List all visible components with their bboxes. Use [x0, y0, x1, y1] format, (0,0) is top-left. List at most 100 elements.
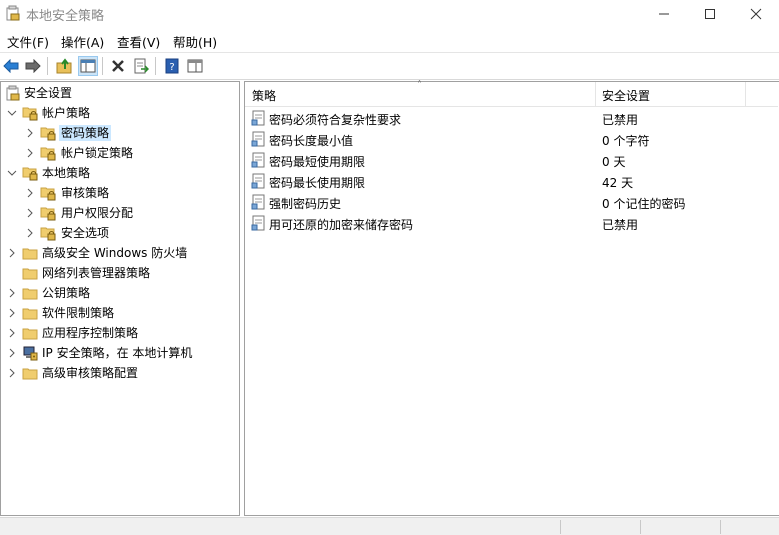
policy-setting-value: 已禁用 — [602, 113, 639, 127]
table-row[interactable]: 密码最短使用期限 0 天 — [245, 150, 778, 171]
delete-icon — [112, 60, 124, 72]
tree-item[interactable]: IP 安全策略，在 本地计算机 — [1, 343, 239, 363]
up-folder-icon — [56, 58, 72, 74]
folder-lock-icon — [40, 205, 56, 221]
export-list-icon — [134, 58, 149, 74]
policy-setting-value: 0 个记住的密码 — [602, 197, 686, 211]
tree-pane: 安全设置 帐户策略密码策略帐户锁定策略本地策略审核策略用户权限分配 安全选项高级安… — [0, 81, 240, 516]
help-button[interactable]: ? — [162, 56, 182, 76]
ip-security-icon — [22, 345, 38, 361]
properties-view-button[interactable] — [185, 56, 205, 76]
tree-item[interactable]: 用户权限分配 — [1, 203, 239, 223]
chevron-right-icon[interactable] — [7, 347, 17, 359]
chevron-down-icon[interactable] — [7, 167, 17, 179]
chevron-right-icon[interactable] — [7, 247, 17, 259]
tree-item-label: 用户权限分配 — [61, 206, 134, 220]
tree-item[interactable]: 软件限制策略 — [1, 303, 239, 323]
tree-item[interactable]: 帐户锁定策略 — [1, 143, 239, 163]
tree-item[interactable]: 公钥策略 — [1, 283, 239, 303]
minimize-button[interactable] — [641, 0, 687, 27]
show-hide-tree-icon — [80, 59, 96, 73]
window-title: 本地安全策略 — [26, 9, 105, 24]
table-row[interactable]: 用可还原的加密来储存密码 已禁用 — [245, 213, 778, 234]
tree-item[interactable]: 应用程序控制策略 — [1, 323, 239, 343]
tree-item[interactable]: 安全选项 — [1, 223, 239, 243]
tree-item-label: 高级审核策略配置 — [42, 366, 139, 380]
menu-file[interactable]: 文件(F) — [7, 32, 49, 51]
chevron-right-icon[interactable] — [25, 187, 35, 199]
chevron-right-icon[interactable] — [7, 307, 17, 319]
list-header: ˄ 策略 安全设置 — [245, 80, 778, 107]
tree-item[interactable]: 本地策略 — [1, 163, 239, 183]
folder-lock-icon — [40, 185, 56, 201]
maximize-button[interactable] — [687, 0, 733, 27]
up-level-button[interactable] — [54, 56, 74, 76]
back-arrow-icon — [3, 59, 19, 73]
tree-item[interactable]: 帐户策略 — [1, 103, 239, 123]
folder-lock-icon — [40, 145, 56, 161]
chevron-right-icon[interactable] — [25, 127, 35, 139]
policy-setting-value: 0 个字符 — [602, 134, 650, 148]
menu-help[interactable]: 帮助(H) — [173, 32, 217, 51]
title-bar: 本地安全策略 — [0, 0, 779, 27]
tree-item[interactable]: 密码策略 — [1, 123, 239, 143]
status-bar — [0, 517, 779, 535]
menu-action[interactable]: 操作(A) — [61, 32, 104, 51]
folder-lock-icon — [22, 105, 38, 121]
close-button[interactable] — [733, 0, 779, 27]
policy-name: 密码最长使用期限 — [269, 176, 366, 190]
chevron-right-icon[interactable] — [7, 287, 17, 299]
table-row[interactable]: 密码最长使用期限 42 天 — [245, 171, 778, 192]
show-hide-tree-button[interactable] — [78, 56, 98, 76]
chevron-down-icon[interactable] — [7, 107, 17, 119]
menu-view[interactable]: 查看(V) — [117, 32, 160, 51]
chevron-right-icon[interactable] — [25, 207, 35, 219]
chevron-right-icon[interactable] — [25, 147, 35, 159]
folder-icon — [22, 325, 38, 341]
close-icon — [750, 8, 762, 19]
menu-bar: 文件(F) 操作(A) 查看(V) 帮助(H) — [0, 30, 779, 50]
policy-name: 密码最短使用期限 — [269, 155, 366, 169]
forward-button[interactable] — [23, 56, 43, 76]
maximize-icon — [705, 8, 715, 19]
tree-item-label: 帐户策略 — [42, 106, 91, 120]
policy-setting-value: 42 天 — [602, 176, 634, 190]
tree-item-label: 帐户锁定策略 — [61, 146, 134, 160]
tree-item-label: 本地策略 — [42, 166, 91, 180]
tree-item[interactable]: 高级审核策略配置 — [1, 363, 239, 383]
folder-icon — [22, 265, 38, 281]
policy-item-icon — [251, 152, 267, 168]
folder-lock-icon — [40, 225, 56, 241]
tree-item[interactable]: 高级安全 Windows 防火墙 — [1, 243, 239, 263]
toolbar: ? — [0, 52, 779, 80]
export-list-button[interactable] — [131, 56, 151, 76]
tree-root-security-settings[interactable]: 安全设置 — [1, 83, 239, 103]
svg-text:?: ? — [169, 62, 174, 73]
tree-item-label: 密码策略 — [59, 125, 112, 141]
back-button[interactable] — [1, 56, 21, 76]
policy-name: 密码必须符合复杂性要求 — [269, 113, 402, 127]
column-header-policy[interactable]: 策略 — [252, 87, 276, 104]
tree-item-label: 公钥策略 — [42, 286, 91, 300]
column-header-setting[interactable]: 安全设置 — [602, 87, 650, 104]
chevron-right-icon[interactable] — [7, 367, 17, 379]
table-row[interactable]: 密码必须符合复杂性要求 已禁用 — [245, 108, 778, 129]
table-row[interactable]: 强制密码历史 0 个记住的密码 — [245, 192, 778, 213]
policy-item-icon — [251, 215, 267, 231]
tree-root-label: 安全设置 — [24, 86, 73, 100]
list-pane: ˄ 策略 安全设置 密码必须符合复杂性要求 已禁用 密码长度最小值 0 个字符 密码最短… — [244, 80, 779, 516]
policy-setting-value: 0 天 — [602, 155, 626, 169]
delete-button[interactable] — [108, 56, 128, 76]
folder-lock-icon — [40, 125, 56, 141]
tree-item[interactable]: 网络列表管理器策略 — [1, 263, 239, 283]
chevron-right-icon[interactable] — [25, 227, 35, 239]
policy-item-icon — [251, 110, 267, 126]
chevron-right-icon[interactable] — [7, 327, 17, 339]
tree-item[interactable]: 审核策略 — [1, 183, 239, 203]
sort-ascending-icon: ˄ — [417, 80, 422, 91]
folder-icon — [22, 245, 38, 261]
tree-item-label: 安全选项 — [61, 226, 110, 240]
table-row[interactable]: 密码长度最小值 0 个字符 — [245, 129, 778, 150]
tree-item-label: 应用程序控制策略 — [42, 326, 139, 340]
folder-icon — [22, 365, 38, 381]
